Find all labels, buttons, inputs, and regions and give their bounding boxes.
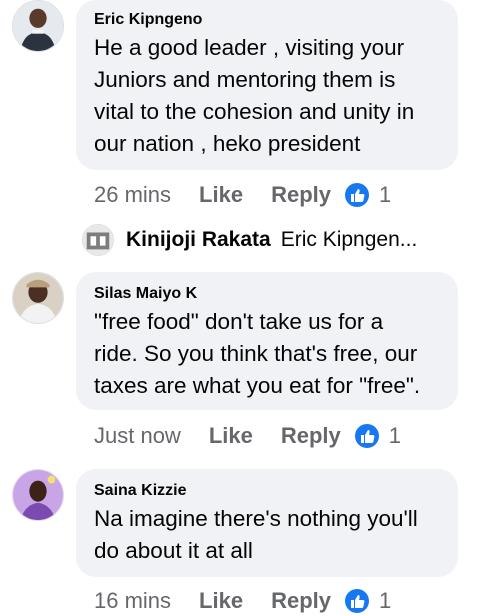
comment-actions: 26 mins Like Reply 1 — [94, 180, 391, 210]
reply-button[interactable]: Reply — [271, 588, 331, 614]
reaction-count[interactable]: 1 — [379, 588, 391, 614]
thumbs-up-icon[interactable] — [345, 183, 369, 207]
avatar[interactable] — [12, 469, 64, 521]
comment-author[interactable]: Saina Kizzie — [94, 482, 186, 500]
thumbs-up-icon[interactable] — [345, 589, 369, 613]
comment-text-line: "free food" don't take us for a — [94, 309, 384, 334]
comment-text-line: He a good leader , visiting your — [94, 35, 405, 60]
like-button[interactable]: Like — [199, 182, 243, 208]
reply-thread-link[interactable]: Kinijoji Rakata Eric Kipngen... — [82, 220, 417, 260]
comment-author[interactable]: Silas Maiyo K — [94, 285, 197, 303]
reply-button[interactable]: Reply — [281, 423, 341, 449]
comment-text-line: taxes are what you eat for "free". — [94, 373, 421, 398]
timestamp[interactable]: 26 mins — [94, 182, 171, 208]
thumbs-up-icon[interactable] — [354, 424, 379, 448]
comment-text-line: do about it at all — [94, 538, 253, 563]
reply-author[interactable]: Kinijoji Rakata — [126, 228, 271, 252]
comment-text-line: vital to the cohesion and unity in — [94, 99, 415, 124]
like-button[interactable]: Like — [209, 423, 253, 449]
comment-actions: 16 mins Like Reply 1 — [94, 586, 391, 616]
reaction-count[interactable]: 1 — [389, 423, 401, 449]
comment-bubble: Saina Kizzie Na imagine there's nothing … — [76, 469, 458, 577]
comment-text-line: Juniors and mentoring them is — [94, 67, 396, 92]
avatar[interactable] — [12, 272, 64, 324]
comment-author[interactable]: Eric Kipngeno — [94, 11, 202, 29]
comment-text-line: our nation , heko president — [94, 131, 361, 156]
timestamp[interactable]: 16 mins — [94, 588, 171, 614]
timestamp[interactable]: Just now — [94, 423, 181, 449]
reply-button[interactable]: Reply — [271, 182, 331, 208]
comment-text-line: Na imagine there's nothing you'll — [94, 506, 418, 531]
like-button[interactable]: Like — [199, 588, 243, 614]
avatar[interactable] — [12, 0, 64, 52]
reply-preview-text: Eric Kipngen... — [280, 228, 418, 251]
comment-bubble: Silas Maiyo K "free food" don't take us … — [76, 272, 458, 410]
avatar — [82, 224, 114, 256]
comment-bubble: Eric Kipngeno He a good leader , visitin… — [76, 0, 458, 170]
comment-text-line: ride. So you think that's free, our — [94, 341, 418, 366]
comment-actions: Just now Like Reply 1 — [94, 421, 401, 451]
reaction-count[interactable]: 1 — [379, 182, 391, 208]
